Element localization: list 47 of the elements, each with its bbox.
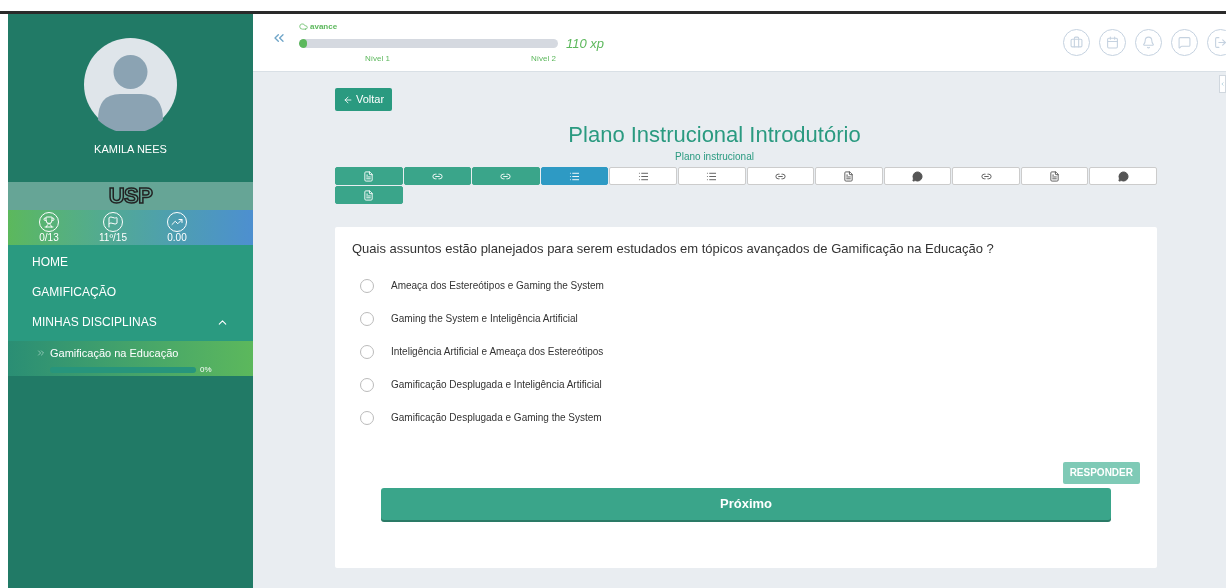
question-text: Quais assuntos estão planejados para serem estudados em tópicos avançados de Gamificação na Educação ?: [352, 240, 995, 258]
document-icon: [843, 170, 855, 182]
bell-icon: [1142, 36, 1155, 49]
side-tab[interactable]: [1219, 75, 1226, 93]
step-tab[interactable]: [883, 167, 952, 185]
back-button[interactable]: Voltar: [335, 88, 393, 111]
list-icon: [706, 170, 718, 182]
chevrons-icon: [36, 348, 46, 359]
menu-item[interactable]: GAMIFICAÇÃO: [32, 283, 116, 301]
speech-bubble-icon: [1178, 36, 1191, 49]
course-title: Gamificação na Educação: [50, 346, 179, 361]
answer-option[interactable]: Ameaça dos Estereótipos e Gaming the System: [360, 276, 1140, 295]
page-subtitle: Plano instrucional: [674, 150, 755, 164]
next-button[interactable]: Próximo: [381, 487, 1111, 520]
page-title: Plano Instrucional Introdutório: [567, 121, 862, 149]
level-label: Nível 1: [365, 53, 390, 66]
cloud-icon: [299, 22, 308, 32]
document-icon: [363, 189, 375, 201]
course-percent: 0%: [200, 363, 212, 376]
step-tab[interactable]: [1089, 167, 1157, 185]
list-icon: [569, 170, 581, 182]
chat-icon: [1117, 170, 1129, 182]
document-icon: [1049, 170, 1061, 182]
stat-value: 11º/15: [99, 231, 127, 244]
briefcase-icon: [1070, 36, 1083, 49]
exit-icon: [1214, 36, 1226, 49]
university-logo: USP: [108, 185, 153, 207]
stat-value: 0.00: [167, 231, 187, 244]
xp-value: 110 xp: [566, 34, 605, 53]
answer-button[interactable]: RESPONDER: [1062, 461, 1140, 484]
arrow-left-icon: [343, 94, 353, 105]
document-icon: [363, 170, 375, 182]
user-name: KAMILA NEES: [94, 142, 167, 157]
menu-item[interactable]: MINHAS DISCIPLINAS: [32, 313, 157, 331]
list-icon: [637, 170, 649, 182]
stat-value: 0/13: [39, 231, 59, 244]
chevron-left-icon: [1220, 81, 1225, 87]
answer-option[interactable]: Gaming the System e Inteligência Artificial: [360, 309, 1140, 328]
level-label: Nível 2: [531, 53, 556, 66]
course-item[interactable]: Gamificação na Educação 0%: [8, 341, 253, 376]
answer-option[interactable]: Inteligência Artificial e Ameaça dos Estereótipos: [360, 342, 1140, 361]
menu-item[interactable]: HOME: [32, 253, 68, 271]
answer-option[interactable]: Gamificação Desplugada e Inteligência Artificial: [360, 375, 1140, 394]
chat-icon: [911, 170, 923, 182]
brand-logo: avance: [310, 20, 338, 33]
answer-option[interactable]: Gamificação Desplugada e Gaming the System: [360, 408, 1140, 427]
calendar-icon: [1106, 36, 1119, 49]
